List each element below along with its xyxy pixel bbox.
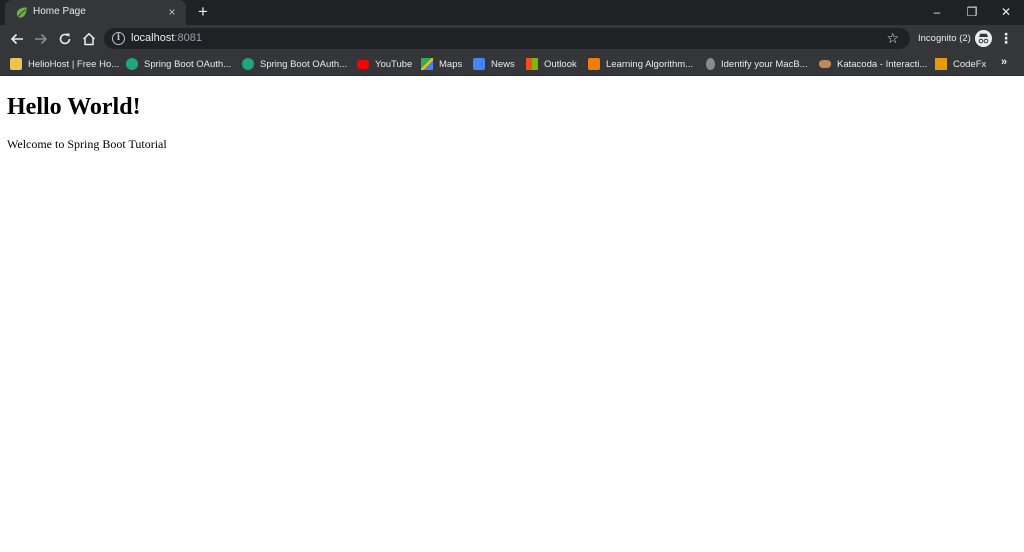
incognito-icon[interactable] (975, 30, 992, 47)
outlook-icon (526, 58, 538, 70)
tab-title: Home Page (33, 6, 86, 17)
new-tab-button[interactable]: + (193, 2, 213, 22)
bookmark-news[interactable]: News (473, 56, 515, 72)
forward-button[interactable] (30, 28, 51, 49)
spring-leaf-icon (16, 7, 27, 18)
bookmark-youtube[interactable]: YouTube (357, 56, 412, 72)
bookmark-heliohost[interactable]: HelioHost | Free Ho... (10, 56, 119, 72)
home-button[interactable] (78, 28, 99, 49)
bookmark-star-icon[interactable]: ☆ (886, 29, 899, 47)
url-port: :8081 (174, 32, 202, 44)
bookmark-label: YouTube (375, 58, 413, 70)
youtube-icon (357, 59, 369, 69)
codefx-icon (935, 58, 947, 70)
bookmark-label: CodeFx (953, 58, 987, 70)
tab-strip: Home Page × + – ❐ ✕ (0, 0, 1024, 25)
bookmark-identify-macbook[interactable]: Identify your MacB... (704, 56, 808, 72)
blogger-icon (588, 58, 600, 70)
bookmarks-overflow-button[interactable]: » (1001, 56, 1007, 68)
page-content: Hello World! Welcome to Spring Boot Tuto… (0, 77, 1024, 552)
arrow-right-icon (34, 33, 47, 44)
tab-close-icon[interactable]: × (164, 4, 180, 20)
news-icon (473, 58, 485, 70)
close-window-button[interactable]: ✕ (989, 0, 1023, 25)
bookmark-katacoda[interactable]: Katacoda - Interacti... (819, 56, 927, 72)
page-paragraph: Welcome to Spring Boot Tutorial (7, 137, 167, 151)
incognito-label[interactable]: Incognito (2) (918, 33, 971, 44)
minimize-button[interactable]: – (920, 0, 954, 25)
bookmark-label: Identify your MacB... (721, 58, 808, 70)
url-text: localhost:8081 (131, 32, 202, 44)
bookmark-label: Maps (439, 58, 463, 70)
menu-kebab-icon[interactable]: ⋮ (998, 30, 1014, 47)
address-bar[interactable]: i localhost:8081 ☆ (104, 28, 910, 49)
bookmark-label: Learning Algorithm... (606, 58, 694, 70)
apple-icon (706, 58, 715, 70)
bookmark-codefx[interactable]: CodeFx (935, 56, 986, 72)
page-heading: Hello World! (7, 94, 141, 120)
bookmark-outlook[interactable]: Outlook (526, 56, 577, 72)
back-button[interactable] (6, 28, 27, 49)
bookmark-learning-algorithm[interactable]: Learning Algorithm... (588, 56, 693, 72)
reload-icon (59, 33, 70, 44)
tab-home-page[interactable]: Home Page × (5, 0, 186, 25)
katacoda-icon (819, 60, 831, 68)
bookmark-spring-oauth-1[interactable]: Spring Boot OAuth... (126, 56, 231, 72)
bookmarks-bar: HelioHost | Free Ho... Spring Boot OAuth… (0, 52, 1024, 76)
bookmark-label: News (491, 58, 515, 70)
url-host: localhost (131, 32, 175, 44)
reload-button[interactable] (54, 28, 75, 49)
heliohost-icon (10, 58, 22, 70)
spring-oauth-icon (126, 58, 138, 70)
restore-button[interactable]: ❐ (955, 0, 989, 25)
bookmark-label: Spring Boot OAuth... (260, 58, 348, 70)
home-icon (82, 32, 95, 45)
bookmark-spring-oauth-2[interactable]: Spring Boot OAuth... (242, 56, 347, 72)
maps-icon (421, 58, 433, 70)
info-icon[interactable]: i (112, 32, 125, 45)
arrow-left-icon (10, 33, 23, 44)
bookmark-label: HelioHost | Free Ho... (28, 58, 120, 70)
spring-oauth-icon (242, 58, 254, 70)
bookmark-label: Outlook (544, 58, 577, 70)
bookmark-label: Spring Boot OAuth... (144, 58, 232, 70)
browser-toolbar: i localhost:8081 ☆ Incognito (2) ⋮ (0, 25, 1024, 52)
bookmark-label: Katacoda - Interacti... (837, 58, 928, 70)
bookmark-maps[interactable]: Maps (421, 56, 462, 72)
